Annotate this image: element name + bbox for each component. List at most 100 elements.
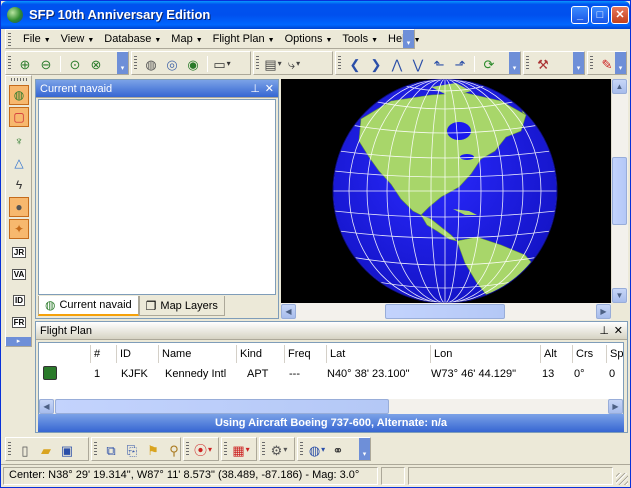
zoom-out-icon[interactable]: ⊖	[37, 55, 55, 73]
col-lon[interactable]: Lon	[431, 345, 541, 363]
scroll-thumb[interactable]	[612, 157, 627, 225]
lightning-layer-button[interactable]: ϟ	[9, 175, 29, 195]
map-frame-icon[interactable]: ▭	[213, 55, 231, 73]
airport-layer-button[interactable]: ▢	[9, 107, 29, 127]
save-icon[interactable]: ▣	[58, 441, 76, 459]
scroll-left-button[interactable]: ◀	[39, 399, 54, 414]
chart-icon[interactable]: ▦	[232, 441, 250, 459]
route-icon[interactable]: ⤷	[285, 55, 303, 73]
table-horizontal-scrollbar[interactable]: ◀ ▶	[39, 399, 623, 415]
scroll-right-button[interactable]: ▶	[596, 304, 611, 319]
planet-layer-button[interactable]: ●	[9, 197, 29, 217]
magic-wand-icon[interactable]: ⚲	[165, 441, 183, 459]
arrow-upleft-icon[interactable]: ⬑	[430, 55, 448, 73]
scroll-thumb[interactable]	[55, 399, 389, 414]
minimize-button[interactable]: _	[571, 6, 589, 24]
pin-icon[interactable]: ⊥	[599, 324, 609, 337]
menu-view[interactable]: View ▼	[56, 33, 100, 45]
menu-flight-plan[interactable]: Flight Plan ▼	[208, 33, 280, 45]
menu-tools[interactable]: Tools ▼	[337, 33, 383, 45]
toolbar-overflow[interactable]: ▾	[117, 52, 128, 74]
document-icon[interactable]: ▤	[264, 55, 282, 73]
globe-grey-icon[interactable]: ◍	[142, 55, 160, 73]
menu-file[interactable]: File ▼	[18, 33, 56, 45]
arrow-left-icon[interactable]: ❮	[346, 55, 364, 73]
col-id[interactable]: ID	[117, 345, 159, 363]
menu-overflow-button[interactable]: ▾	[403, 30, 414, 48]
flag-icon[interactable]: ⚑	[144, 441, 162, 459]
fr-layer-button[interactable]: FR	[9, 312, 29, 332]
col-kind[interactable]: Kind	[237, 345, 285, 363]
globe-grid-icon[interactable]: ◎	[163, 55, 181, 73]
globe-map[interactable]	[281, 79, 611, 303]
close-button[interactable]: ✕	[611, 6, 629, 24]
toolbar-overflow[interactable]: ▾	[615, 52, 626, 74]
star-layer-button[interactable]: ✦	[9, 219, 29, 239]
vtoolbar-overflow[interactable]: ▸	[6, 337, 31, 346]
toolbar-overflow[interactable]: ▾	[509, 52, 520, 74]
col-num[interactable]: #	[91, 345, 117, 363]
globe-icon[interactable]: ◍	[308, 441, 326, 459]
toolbar-grip	[134, 56, 137, 71]
binoculars-icon[interactable]: ⚭	[329, 441, 347, 459]
toolbar-grip	[590, 56, 593, 71]
pin-icon[interactable]: ⊥	[250, 82, 260, 95]
jr-layer-button[interactable]: JR	[9, 242, 29, 262]
pen-icon[interactable]: ✎	[598, 55, 616, 73]
scroll-right-button[interactable]: ▶	[608, 399, 623, 414]
zoom-in-icon[interactable]: ⊕	[16, 55, 34, 73]
col-icon[interactable]	[39, 345, 91, 363]
globe-layer-button[interactable]: ◍	[9, 85, 29, 105]
tab-map-layers[interactable]: ❐ Map Layers	[138, 296, 225, 316]
arrow-up-icon[interactable]: ⋀	[388, 55, 406, 73]
antenna-layer-button[interactable]: ♆	[9, 131, 29, 151]
col-freq[interactable]: Freq	[285, 345, 327, 363]
table-row[interactable]: 1 KJFK Kennedy Intl APT --- N40° 38' 23.…	[39, 365, 623, 383]
arrow-right-icon[interactable]: ❯	[367, 55, 385, 73]
menu-database[interactable]: Database ▼	[99, 33, 166, 45]
copy-icon[interactable]: ⧉	[102, 441, 120, 459]
triangle-layer-button[interactable]: △	[9, 153, 29, 173]
gear-icon[interactable]: ⚙	[270, 441, 288, 459]
menu-options[interactable]: Options ▼	[280, 33, 338, 45]
toolbar-overflow[interactable]: ▾	[573, 52, 584, 74]
map-view[interactable]	[281, 79, 611, 303]
paste-icon[interactable]: ⎘	[123, 441, 141, 459]
new-file-icon[interactable]: ▯	[16, 441, 34, 459]
menu-map[interactable]: Map ▼	[166, 33, 207, 45]
scroll-thumb[interactable]	[385, 304, 505, 319]
close-icon[interactable]: ✕	[265, 82, 274, 95]
toolbar-file: ▯ ▰ ▣	[5, 437, 89, 461]
col-alt[interactable]: Alt	[541, 345, 573, 363]
maximize-button[interactable]: □	[591, 6, 609, 24]
refresh-icon[interactable]: ⟳	[480, 55, 498, 73]
menu-grip[interactable]	[8, 33, 11, 46]
vtoolbar-grip[interactable]	[11, 78, 27, 81]
open-folder-icon[interactable]: ▰	[37, 441, 55, 459]
tool-icon[interactable]: ⚒	[534, 55, 552, 73]
navaid-panel-header[interactable]: Current navaid ⊥ ✕	[36, 80, 278, 98]
col-sp[interactable]: Sp	[607, 345, 623, 363]
scroll-up-button[interactable]: ▲	[612, 79, 627, 94]
flight-plan-header[interactable]: Flight Plan ⊥ ✕	[36, 322, 627, 340]
toolbar-overflow[interactable]: ▾	[359, 438, 370, 460]
tab-current-navaid[interactable]: ◍ Current navaid	[38, 296, 139, 316]
title-bar[interactable]: SFP 10th Anniversary Edition _ □ ✕	[1, 1, 630, 29]
va-layer-button[interactable]: VA	[9, 264, 29, 284]
globe-color-icon[interactable]: ◉	[184, 55, 202, 73]
map-horizontal-scrollbar[interactable]: ◀ ▶	[281, 303, 611, 320]
col-crs[interactable]: Crs	[573, 345, 607, 363]
arrow-down-icon[interactable]: ⋁	[409, 55, 427, 73]
close-icon[interactable]: ✕	[614, 324, 623, 337]
resize-grip[interactable]	[616, 473, 628, 485]
map-vertical-scrollbar[interactable]: ▲ ▼	[611, 79, 628, 303]
col-lat[interactable]: Lat	[327, 345, 431, 363]
scroll-down-button[interactable]: ▼	[612, 288, 627, 303]
waypoint-icon[interactable]: ⦿	[194, 441, 212, 459]
arrow-upright-icon[interactable]: ⬏	[451, 55, 469, 73]
zoom-extent-icon[interactable]: ⊙	[66, 55, 84, 73]
zoom-select-icon[interactable]: ⊗	[87, 55, 105, 73]
scroll-left-button[interactable]: ◀	[281, 304, 296, 319]
col-name[interactable]: Name	[159, 345, 237, 363]
id-layer-button[interactable]: ID	[9, 290, 29, 310]
